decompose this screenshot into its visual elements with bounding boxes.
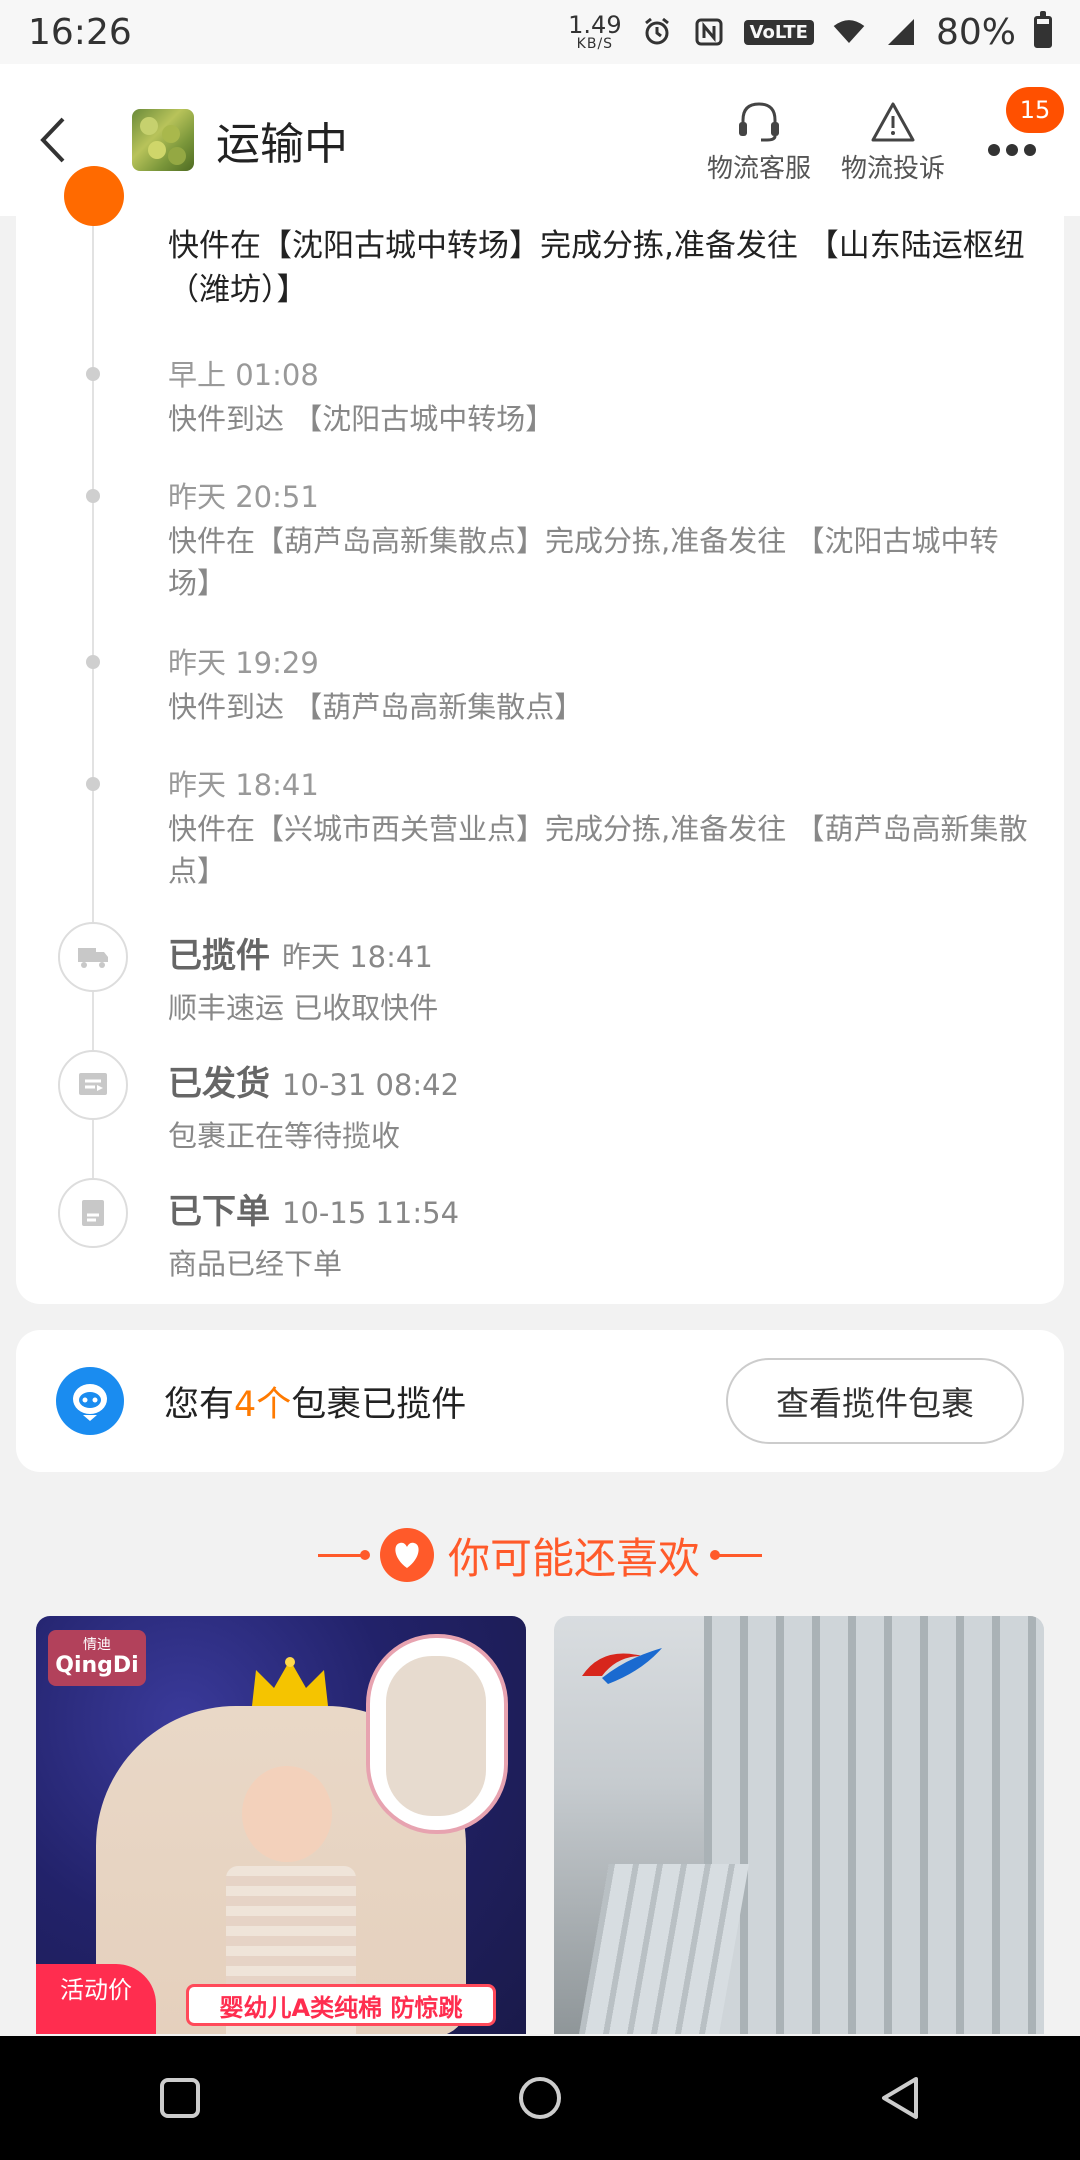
status-time: 16:26 xyxy=(28,11,132,53)
timeline-entry: 早上 01:08 快件到达 【沈阳古城中转场】 xyxy=(168,352,1038,440)
order-document-icon xyxy=(58,1178,128,1248)
timeline-dot xyxy=(86,777,100,791)
status-title: 已发货 xyxy=(168,1064,270,1104)
timeline-desc: 快件到达 【葫芦岛高新集散点】 xyxy=(168,690,584,724)
volte-indicator: VoLTE xyxy=(743,19,814,45)
recommend-title: 你可能还喜欢 xyxy=(447,1533,700,1583)
tracking-timeline-card: 快件在【沈阳古城中转场】完成分拣,准备发往 【山东陆运枢纽（潍坊）】 早上 01… xyxy=(16,166,1064,1304)
status-entry-ordered: 已下单 10-15 11:54 商品已经下单 xyxy=(168,1184,1038,1283)
status-entry-shipped: 已发货 10-31 08:42 包裹正在等待揽收 xyxy=(168,1056,1038,1155)
wifi-icon xyxy=(832,15,866,49)
battery-icon xyxy=(1034,11,1052,48)
package-robot-icon xyxy=(56,1367,124,1435)
status-time: 10-15 11:54 xyxy=(282,1196,460,1230)
price-tag: 活动价 xyxy=(36,1964,156,2034)
timeline-time: 昨天 19:29 xyxy=(168,646,319,680)
net-speed-value: 1.49 xyxy=(568,11,622,39)
logistics-service-button[interactable]: 物流客服 xyxy=(704,100,814,185)
timeline-entry: 昨天 19:29 快件到达 【葫芦岛高新集散点】 xyxy=(168,640,1038,728)
pickup-message: 您有4个包裹已揽件 xyxy=(164,1376,466,1427)
timeline-desc: 快件在【兴城市西关营业点】完成分拣,准备发往 【葫芦岛高新集散点】 xyxy=(168,812,1028,888)
status-desc: 顺丰速运 已收取快件 xyxy=(168,991,439,1025)
status-right: 1.49 KB/S VoLTE 80% xyxy=(568,11,1052,53)
battery-percent: 80% xyxy=(935,11,1016,53)
status-time: 昨天 18:41 xyxy=(282,940,433,974)
crown-icon xyxy=(252,1657,328,1706)
alarm-icon xyxy=(640,15,674,49)
decorative-line xyxy=(317,1549,370,1560)
timeline-entry: 昨天 20:51 快件在【葫芦岛高新集散点】完成分拣,准备发往 【沈阳古城中转场… xyxy=(168,474,1038,604)
header-actions: 物流客服 物流投诉 15 xyxy=(704,87,1064,185)
logistics-service-label: 物流客服 xyxy=(706,154,811,184)
signal-icon xyxy=(884,15,918,49)
status-title: 已揽件 xyxy=(168,936,270,976)
status-entry-picked-up: 已揽件 昨天 18:41 顺丰速运 已收取快件 xyxy=(168,928,1038,1027)
view-pickup-packages-button[interactable]: 查看揽件包裹 xyxy=(726,1358,1024,1444)
recent-apps-button[interactable] xyxy=(140,2058,220,2138)
brand-name-cn: 情迪 xyxy=(83,1637,111,1654)
status-bar: 16:26 1.49 KB/S VoLTE 80% xyxy=(0,0,1080,64)
logistics-complaint-label: 物流投诉 xyxy=(840,154,945,184)
warning-icon xyxy=(871,102,915,142)
status-desc: 包裹正在等待揽收 xyxy=(168,1119,401,1153)
timeline-desc: 快件到达 【沈阳古城中转场】 xyxy=(168,402,555,436)
product-card-baby-swaddle[interactable]: 情迪 QingDi 活动价 婴幼儿A类纯棉 防惊跳 xyxy=(36,1616,526,2034)
battery-level xyxy=(1037,24,1049,45)
pipe-stack xyxy=(704,1616,1044,2034)
timeline-dot xyxy=(86,489,100,503)
triangle-back-icon xyxy=(882,2077,918,2119)
net-speed-unit: KB/S xyxy=(576,36,614,52)
home-button[interactable] xyxy=(500,2058,580,2138)
timeline-dot xyxy=(86,655,100,669)
pickup-prefix: 您有 xyxy=(164,1384,235,1425)
timeline-time: 早上 01:08 xyxy=(168,358,319,392)
timeline-entry: 昨天 18:41 快件在【兴城市西关营业点】完成分拣,准备发往 【葫芦岛高新集散… xyxy=(168,762,1038,892)
message-badge: 15 xyxy=(1006,87,1064,133)
chevron-left-icon xyxy=(40,117,65,163)
back-button[interactable] xyxy=(28,116,76,164)
headset-icon xyxy=(739,102,779,142)
shipped-box-icon xyxy=(58,1050,128,1120)
truck-icon xyxy=(58,922,128,992)
status-title: 已下单 xyxy=(168,1192,270,1232)
timeline-entry-current: 快件在【沈阳古城中转场】完成分拣,准备发往 【山东陆运枢纽（潍坊）】 xyxy=(168,224,1038,312)
status-time: 10-31 08:42 xyxy=(282,1068,460,1102)
timeline-time: 昨天 20:51 xyxy=(168,480,319,514)
product-card-steel-pipes[interactable] xyxy=(554,1616,1044,2034)
square-icon xyxy=(160,2078,200,2118)
pickup-card: 您有4个包裹已揽件 查看揽件包裹 xyxy=(16,1330,1064,1472)
logistics-complaint-button[interactable]: 物流投诉 xyxy=(838,100,948,185)
current-status-dot xyxy=(64,166,124,226)
pipe-front xyxy=(579,1864,749,2034)
page-title: 运输中 xyxy=(216,119,348,170)
app-header: 运输中 物流客服 物流投诉 15 xyxy=(0,64,1080,216)
timeline-desc: 快件在【沈阳古城中转场】完成分拣,准备发往 【山东陆运枢纽（潍坊）】 xyxy=(168,228,1025,308)
timeline-desc: 快件在【葫芦岛高新集散点】完成分拣,准备发往 【沈阳古城中转场】 xyxy=(168,524,999,600)
more-menu-button[interactable]: 15 xyxy=(972,87,1064,185)
pickup-count: 4个 xyxy=(234,1384,292,1425)
more-dots-icon xyxy=(988,144,1036,156)
circle-icon xyxy=(519,2077,561,2119)
recommend-header: 你可能还喜欢 xyxy=(0,1520,1080,1590)
timeline-dot xyxy=(86,367,100,381)
inset-swaddle-image xyxy=(386,1656,486,1816)
product-thumbnail[interactable] xyxy=(132,109,194,171)
brand-name-en: QingDi xyxy=(55,1652,139,1678)
brand-logo: 情迪 QingDi xyxy=(48,1630,146,1686)
status-desc: 商品已经下单 xyxy=(168,1247,343,1281)
net-speed: 1.49 KB/S xyxy=(568,13,621,51)
heart-icon xyxy=(379,1528,434,1582)
product-caption: 婴幼儿A类纯棉 防惊跳 xyxy=(186,1984,496,2026)
nfc-icon xyxy=(692,15,726,49)
timeline-time: 昨天 18:41 xyxy=(168,768,319,802)
decorative-line xyxy=(710,1549,762,1560)
baby-face xyxy=(242,1766,332,1862)
pickup-suffix: 包裹已揽件 xyxy=(291,1384,467,1425)
system-nav-bar xyxy=(0,2036,1080,2160)
company-logo-icon xyxy=(582,1648,662,1684)
back-nav-button[interactable] xyxy=(860,2058,940,2138)
